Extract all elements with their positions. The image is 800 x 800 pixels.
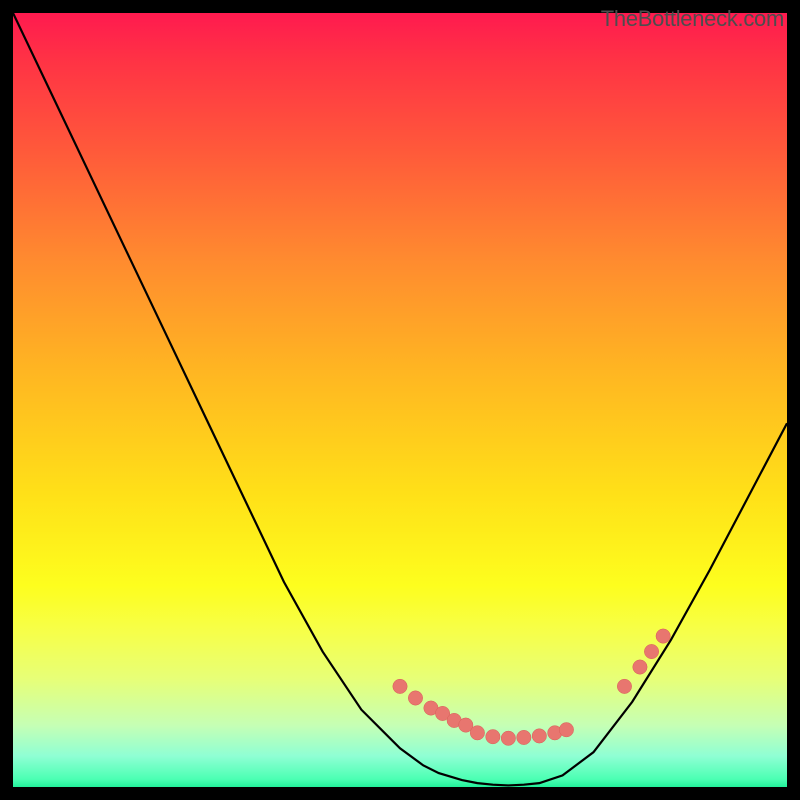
curve-marker — [486, 729, 500, 743]
curve-marker — [559, 723, 573, 737]
curve-marker — [408, 691, 422, 705]
chart-plot-area — [13, 13, 787, 787]
curve-marker — [656, 629, 670, 643]
curve-marker — [633, 660, 647, 674]
curve-markers-bottom — [470, 723, 573, 746]
watermark-text: TheBottleneck.com — [601, 6, 784, 32]
bottleneck-curve-svg — [13, 13, 787, 787]
curve-markers-left — [393, 679, 473, 732]
bottleneck-curve-line — [13, 13, 787, 785]
curve-marker — [501, 731, 515, 745]
curve-marker — [644, 644, 658, 658]
curve-marker — [470, 726, 484, 740]
curve-marker — [532, 729, 546, 743]
curve-marker — [617, 679, 631, 693]
curve-marker — [517, 730, 531, 744]
curve-marker — [393, 679, 407, 693]
